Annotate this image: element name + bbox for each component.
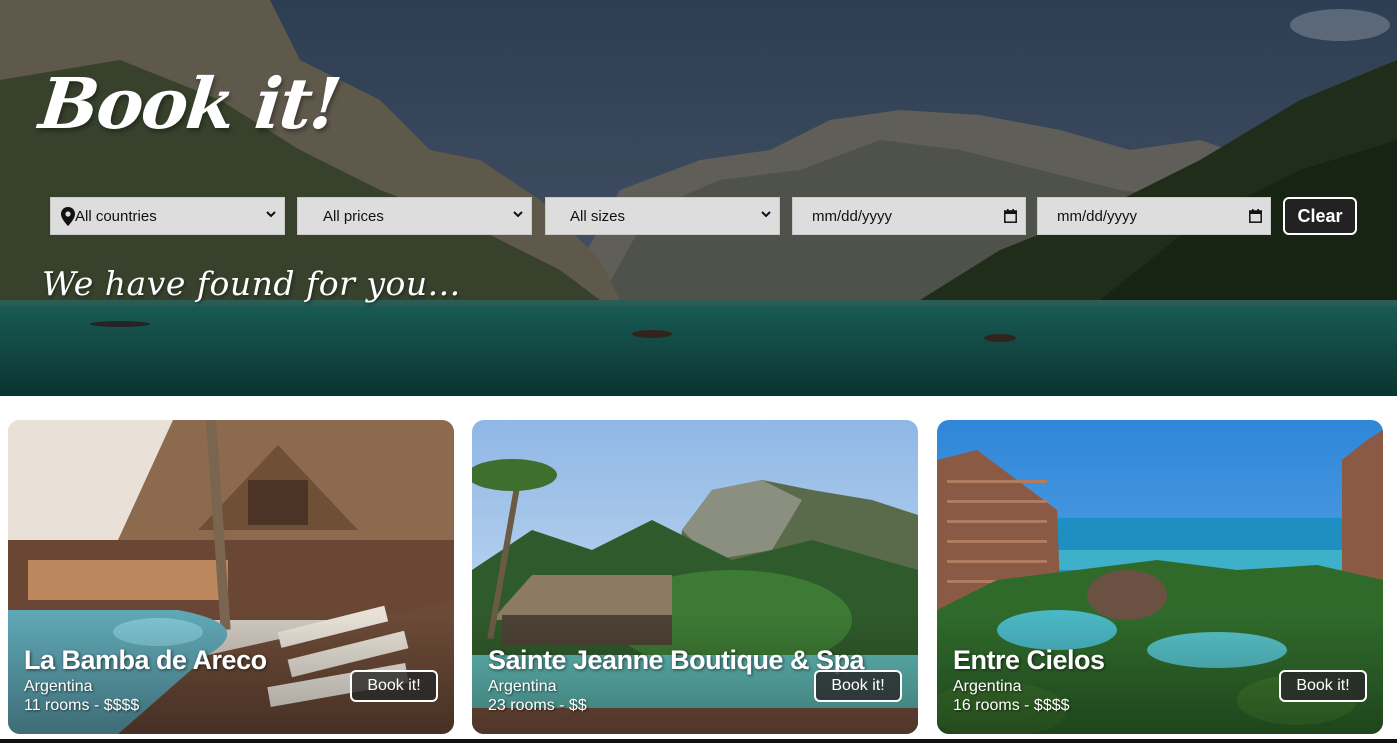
hotel-rooms-price: 23 rooms - $$ bbox=[488, 697, 587, 714]
size-select-value: All sizes bbox=[570, 208, 626, 225]
date-from-placeholder: mm/dd/yyyy bbox=[812, 208, 893, 225]
size-select[interactable]: All sizes bbox=[545, 197, 780, 235]
chevron-down-icon bbox=[761, 211, 771, 218]
site-logo[interactable]: Book it! bbox=[36, 62, 344, 145]
hotel-card-list: La Bamba de Areco Argentina 11 rooms - $… bbox=[0, 420, 1397, 734]
date-from-input[interactable]: mm/dd/yyyy bbox=[792, 197, 1026, 235]
hero-banner: Book it! All countries All prices All si… bbox=[0, 0, 1397, 396]
hotel-card[interactable]: Sainte Jeanne Boutique & Spa Argentina 2… bbox=[472, 420, 918, 734]
hotel-country: Argentina bbox=[953, 678, 1022, 695]
hotel-name: Entre Cielos bbox=[953, 645, 1105, 675]
date-to-input[interactable]: mm/dd/yyyy bbox=[1037, 197, 1271, 235]
country-select[interactable]: All countries bbox=[50, 197, 285, 235]
calendar-icon[interactable] bbox=[1004, 209, 1017, 223]
bottom-divider bbox=[0, 739, 1397, 743]
book-button[interactable]: Book it! bbox=[1279, 670, 1367, 702]
hotel-country: Argentina bbox=[24, 678, 93, 695]
country-select-value: All countries bbox=[75, 208, 157, 225]
hotel-country: Argentina bbox=[488, 678, 557, 695]
price-select-value: All prices bbox=[323, 208, 384, 225]
map-pin-icon bbox=[61, 207, 75, 226]
hotel-name: Sainte Jeanne Boutique & Spa bbox=[488, 645, 865, 675]
results-heading: We have found for you... bbox=[42, 264, 461, 303]
hotel-card[interactable]: Entre Cielos Argentina 16 rooms - $$$$ B… bbox=[937, 420, 1383, 734]
hotel-card[interactable]: La Bamba de Areco Argentina 11 rooms - $… bbox=[8, 420, 454, 734]
hotel-name: La Bamba de Areco bbox=[24, 645, 267, 675]
hotel-rooms-price: 16 rooms - $$$$ bbox=[953, 697, 1070, 714]
book-button[interactable]: Book it! bbox=[814, 670, 902, 702]
search-filters: All countries All prices All sizes mm/dd… bbox=[50, 197, 1357, 235]
price-select[interactable]: All prices bbox=[297, 197, 532, 235]
chevron-down-icon bbox=[266, 211, 276, 218]
book-button[interactable]: Book it! bbox=[350, 670, 438, 702]
clear-button[interactable]: Clear bbox=[1283, 197, 1357, 235]
hotel-rooms-price: 11 rooms - $$$$ bbox=[24, 697, 140, 714]
calendar-icon[interactable] bbox=[1249, 209, 1262, 223]
chevron-down-icon bbox=[513, 211, 523, 218]
date-to-placeholder: mm/dd/yyyy bbox=[1057, 208, 1138, 225]
